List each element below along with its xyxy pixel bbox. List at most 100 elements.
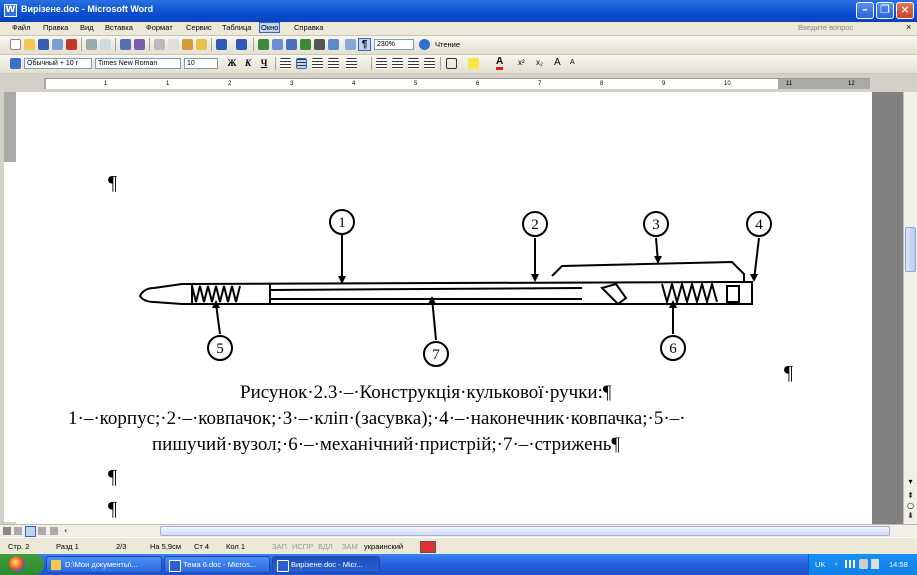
permission-icon[interactable] [52, 39, 63, 50]
insert-table-icon[interactable] [286, 39, 297, 50]
task-word-active[interactable]: Вирізене.doc - Micr... [272, 556, 380, 573]
pdf-icon[interactable] [66, 39, 77, 50]
new-document-icon[interactable] [10, 39, 21, 50]
superscript-icon[interactable]: x² [518, 58, 525, 67]
close-button[interactable]: × [896, 2, 914, 19]
align-left-icon[interactable] [280, 58, 291, 69]
font-combo[interactable]: Times New Roman [95, 58, 181, 69]
drawing-icon[interactable] [328, 39, 339, 50]
task-word-tema6[interactable]: Тема 6.doc - Micros... [164, 556, 270, 573]
help-icon[interactable] [419, 39, 430, 50]
reading-view-icon[interactable] [50, 527, 58, 535]
underline-button[interactable]: Ч [258, 57, 270, 69]
menu-table[interactable]: Таблица [222, 23, 251, 32]
battery-icon[interactable] [871, 559, 879, 569]
menu-tools[interactable]: Сервис [186, 23, 212, 32]
bullets-icon[interactable] [392, 58, 403, 69]
columns-icon[interactable] [314, 39, 325, 50]
print-layout-view-icon[interactable] [25, 526, 36, 537]
figure-label-1: 1 [338, 215, 346, 231]
print-icon[interactable] [86, 39, 97, 50]
decrease-indent-icon[interactable] [408, 58, 419, 69]
cut-icon[interactable] [154, 39, 165, 50]
paste-icon[interactable] [182, 39, 193, 50]
status-pages: 2/3 [116, 542, 127, 551]
styles-pane-icon[interactable] [10, 58, 21, 69]
status-track[interactable]: ИСПР [292, 542, 313, 551]
format-painter-icon[interactable] [196, 39, 207, 50]
scroll-left-icon[interactable]: ‹ [64, 526, 67, 535]
print-preview-icon[interactable] [100, 39, 111, 50]
scroll-down-icon[interactable]: ▾ [905, 476, 916, 488]
numbering-icon[interactable] [376, 58, 387, 69]
status-language[interactable]: украинский [364, 542, 403, 551]
tables-borders-icon[interactable] [272, 39, 283, 50]
menu-insert[interactable]: Вставка [105, 23, 133, 32]
paragraph-mark: ¶ [108, 172, 118, 194]
windows-logo-icon [9, 556, 25, 572]
menu-file[interactable]: Файл [12, 23, 30, 32]
figure-label-5: 5 [216, 341, 224, 357]
open-folder-icon[interactable] [24, 39, 35, 50]
highlight-icon[interactable] [468, 58, 479, 69]
insert-excel-icon[interactable] [300, 39, 311, 50]
horizontal-ruler[interactable]: 1 1 2 3 4 5 6 7 8 9 10 11 12 [0, 74, 917, 92]
show-formatting-icon[interactable]: ¶ [358, 38, 371, 51]
start-button[interactable] [0, 554, 44, 575]
increase-indent-icon[interactable] [424, 58, 435, 69]
signal-icon[interactable] [845, 560, 855, 568]
menu-help[interactable]: Справка [294, 23, 323, 32]
save-icon[interactable] [38, 39, 49, 50]
document-map-icon[interactable] [345, 39, 356, 50]
web-view-icon[interactable] [14, 527, 22, 535]
page[interactable]: ¶ 1 2 3 4 5 6 7 ¶ Рисунок·2.3·–·Конструк… [16, 92, 872, 524]
close-document-icon[interactable]: × [906, 22, 911, 32]
horizontal-scroll-thumb[interactable] [160, 526, 890, 536]
menu-edit[interactable]: Правка [43, 23, 68, 32]
outline-view-icon[interactable] [38, 527, 46, 535]
justify-icon[interactable] [328, 58, 339, 69]
menu-format[interactable]: Формат [146, 23, 173, 32]
bold-button[interactable]: Ж [226, 57, 238, 69]
reading-mode-button[interactable]: Чтение [435, 40, 460, 49]
spelling-icon[interactable] [120, 39, 131, 50]
maximize-button[interactable]: ❐ [876, 2, 894, 19]
style-combo[interactable]: Обычный + 10 г [24, 58, 92, 69]
align-center-icon[interactable] [296, 58, 307, 69]
language-indicator[interactable]: UK [815, 560, 825, 569]
borders-icon[interactable] [446, 58, 457, 69]
align-right-icon[interactable] [312, 58, 323, 69]
research-icon[interactable] [134, 39, 145, 50]
shrink-font-icon[interactable]: A [570, 59, 575, 66]
vertical-scrollbar[interactable]: ▾ ⇞ ○ ⇟ [903, 92, 917, 524]
grow-font-icon[interactable]: A [554, 57, 561, 68]
font-color-icon[interactable]: A [496, 57, 504, 70]
line-spacing-icon[interactable] [346, 58, 357, 69]
tray-expand-icon[interactable]: ‹ [835, 559, 838, 568]
subscript-icon[interactable]: x₂ [536, 58, 543, 67]
italic-button[interactable]: К [242, 57, 254, 69]
menu-window[interactable]: Окно [259, 22, 281, 33]
status-overtype[interactable]: ЗАМ [342, 542, 358, 551]
font-size-combo[interactable]: 10 [184, 58, 218, 69]
scroll-thumb[interactable] [905, 227, 916, 272]
minimize-button[interactable]: – [856, 2, 874, 19]
horizontal-scrollbar[interactable]: ‹ [0, 524, 917, 538]
copy-icon[interactable] [168, 39, 179, 50]
normal-view-icon[interactable] [3, 527, 11, 535]
spelling-status-icon[interactable] [420, 541, 436, 553]
next-page-icon[interactable]: ⇟ [905, 510, 916, 522]
document-area[interactable]: ¶ 1 2 3 4 5 6 7 ¶ Рисунок·2.3·–·Конструк… [16, 92, 904, 524]
hyperlink-icon[interactable] [258, 39, 269, 50]
zoom-combo[interactable]: 230% [374, 39, 414, 50]
word-app-icon[interactable]: W [4, 4, 17, 17]
status-rec[interactable]: ЗАП [272, 542, 287, 551]
network-icon[interactable] [859, 559, 868, 569]
help-question-input[interactable]: Введите вопрос [798, 23, 906, 33]
menu-view[interactable]: Вид [80, 23, 94, 32]
redo-icon[interactable] [236, 39, 247, 50]
undo-icon[interactable] [216, 39, 227, 50]
status-extend[interactable]: ВДЛ [318, 542, 333, 551]
clock[interactable]: 14:58 [889, 560, 908, 569]
task-explorer[interactable]: D:\Мои документы\... [46, 556, 162, 573]
